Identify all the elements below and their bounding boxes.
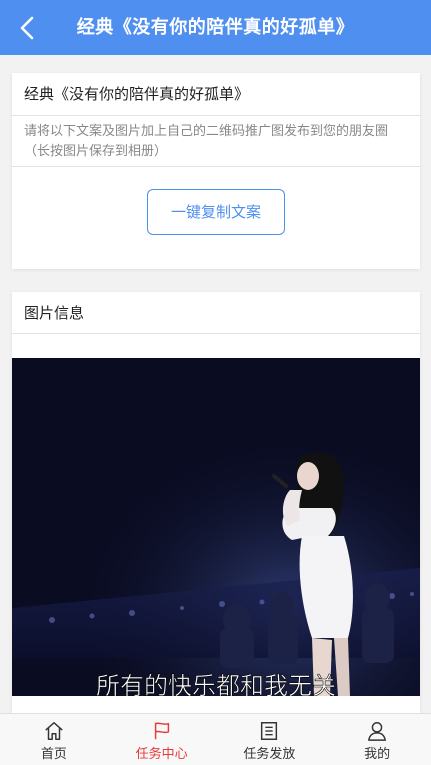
flag-icon [154,722,169,740]
video-subtitle: 所有的快乐都和我无关 [96,672,336,696]
image-info-card: 图片信息 所有的快乐都和我无关 [12,292,420,732]
tab-task-release[interactable]: 任务发放 [216,714,324,765]
tab-home-label: 首页 [40,747,67,762]
image-info-title: 图片信息 [12,292,420,334]
tab-mine[interactable]: 我的 [323,714,431,765]
post-title: 经典《没有你的陪伴真的好孤单》 [12,73,420,116]
copy-text-button[interactable]: 一键复制文案 [147,189,285,235]
post-text-card: 经典《没有你的陪伴真的好孤单》 请将以下文案及图片加上自己的二维码推广图发布到您… [12,73,420,269]
bottom-tab-bar: 首页 任务中心 任务发放 我的 [0,713,431,765]
top-bar: 经典《没有你的陪伴真的好孤单》 [0,0,431,55]
page-title: 经典《没有你的陪伴真的好孤单》 [76,17,355,38]
post-instruction: 请将以下文案及图片加上自己的二维码推广图发布到您的朋友圈（长按图片保存到相册） [12,116,420,167]
tab-home[interactable]: 首页 [0,714,108,765]
list-icon [261,722,278,740]
tab-task-center-label: 任务中心 [135,747,188,762]
tab-task-release-label: 任务发放 [243,747,296,762]
user-icon [368,722,387,741]
tab-task-center[interactable]: 任务中心 [108,714,216,765]
home-icon [45,722,63,740]
tab-mine-label: 我的 [364,747,391,762]
concert-photo[interactable]: 所有的快乐都和我无关 [12,358,420,696]
